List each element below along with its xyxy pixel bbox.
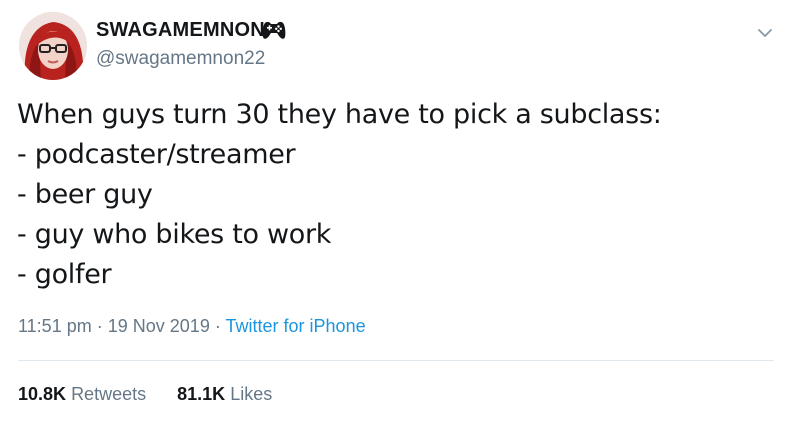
avatar[interactable] [19, 12, 87, 80]
retweets-stat[interactable]: 10.8K Retweets [18, 382, 146, 406]
likes-stat[interactable]: 81.1K Likes [177, 382, 272, 406]
tweet-text-line: When guys turn 30 they have to pick a su… [17, 99, 662, 130]
retweets-label: Retweets [71, 384, 147, 404]
tweet-metadata: 11:51 pm · 19 Nov 2019 · Twitter for iPh… [18, 314, 366, 338]
tweet-time[interactable]: 11:51 pm [18, 316, 92, 336]
tweet-text-line: - guy who bikes to work [17, 219, 332, 250]
tweet-source-link[interactable]: Twitter for iPhone [226, 316, 366, 336]
tweet-text-line: - beer guy [17, 179, 153, 210]
meta-separator: · [214, 316, 221, 336]
retweets-count: 10.8K [18, 384, 67, 404]
meta-separator: · [96, 316, 103, 336]
divider [18, 360, 774, 361]
display-name[interactable]: SWAGAMEMNON [96, 18, 265, 42]
chevron-down-icon[interactable] [754, 22, 776, 44]
tweet-card: SWAGAMEMNON @swagamemnon22 When guys tur… [0, 0, 800, 425]
tweet-text-line: - podcaster/streamer [17, 139, 296, 170]
tweet-text: When guys turn 30 they have to pick a su… [17, 95, 777, 295]
tweet-stats: 10.8K Retweets 81.1K Likes [18, 382, 272, 406]
likes-count: 81.1K [177, 384, 226, 404]
gamepad-icon [262, 21, 286, 39]
user-handle[interactable]: @swagamemnon22 [96, 48, 265, 70]
likes-label: Likes [230, 384, 273, 404]
tweet-text-line: - golfer [17, 259, 112, 290]
tweet-date[interactable]: 19 Nov 2019 [108, 316, 210, 336]
